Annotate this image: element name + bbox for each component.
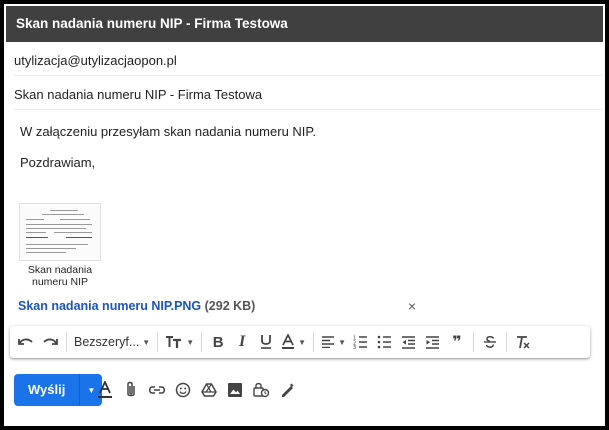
font-size-icon[interactable]: ▼ bbox=[163, 328, 196, 356]
toolbar-divider bbox=[66, 332, 67, 352]
toolbar-divider bbox=[157, 332, 159, 352]
recipients-field[interactable]: utylizacja@utylizacjaopon.pl bbox=[14, 46, 603, 76]
strikethrough-icon[interactable] bbox=[479, 328, 501, 356]
subject-field[interactable]: Skan nadania numeru NIP - Firma Testowa bbox=[14, 80, 603, 110]
attachment-thumbnail[interactable]: Skan nadania numeru NIP bbox=[19, 203, 101, 291]
google-drive-icon[interactable] bbox=[196, 376, 222, 404]
confidential-mode-icon[interactable] bbox=[248, 376, 274, 404]
chevron-down-icon: ▼ bbox=[338, 337, 346, 347]
insert-emoji-icon[interactable] bbox=[170, 376, 196, 404]
attachment-thumbnail-caption: Skan nadania numeru NIP bbox=[27, 264, 93, 288]
signature-icon[interactable] bbox=[274, 376, 300, 404]
compose-header: Skan nadania numeru NIP - Firma Testowa bbox=[6, 6, 603, 42]
numbered-list-icon[interactable]: 123 bbox=[350, 328, 372, 356]
quote-icon[interactable]: ❞ bbox=[446, 328, 468, 356]
attachment-file-size: (292 KB) bbox=[204, 299, 256, 313]
insert-photo-icon[interactable] bbox=[222, 376, 248, 404]
attachment-chip[interactable]: Skan nadania numeru NIP.PNG (292 KB) bbox=[18, 296, 418, 316]
toolbar-divider bbox=[313, 332, 315, 352]
indent-more-icon[interactable] bbox=[422, 328, 444, 356]
text-color-icon[interactable]: ▼ bbox=[279, 328, 308, 356]
send-button-group: Wyślij ▼ bbox=[14, 374, 103, 406]
attachment-preview-image[interactable] bbox=[19, 203, 101, 261]
font-family-label: Bezszeryf... bbox=[74, 335, 140, 349]
remove-attachment-button[interactable]: × bbox=[404, 296, 420, 316]
subject-text[interactable]: Skan nadania numeru NIP - Firma Testowa bbox=[14, 87, 262, 102]
formatting-options-icon[interactable] bbox=[92, 376, 118, 404]
underline-icon[interactable] bbox=[255, 328, 277, 356]
message-body-line-2[interactable]: Pozdrawiam, bbox=[20, 155, 95, 170]
toolbar-divider bbox=[505, 332, 507, 352]
align-icon[interactable]: ▼ bbox=[319, 328, 348, 356]
chevron-down-icon: ▼ bbox=[186, 337, 195, 347]
chevron-down-icon: ▼ bbox=[298, 337, 307, 347]
toolbar-divider bbox=[472, 332, 474, 352]
indent-less-icon[interactable] bbox=[398, 328, 420, 356]
recipient-address[interactable]: utylizacja@utylizacjaopon.pl bbox=[14, 53, 177, 68]
svg-text:3: 3 bbox=[353, 345, 356, 349]
bulleted-list-icon[interactable] bbox=[374, 328, 396, 356]
chevron-down-icon: ▼ bbox=[142, 337, 151, 347]
redo-icon[interactable] bbox=[39, 328, 61, 356]
message-body-line-1[interactable]: W załączeniu przesyłam skan nadania nume… bbox=[20, 124, 316, 139]
remove-formatting-icon[interactable] bbox=[512, 328, 534, 356]
attach-file-icon[interactable] bbox=[118, 376, 144, 404]
bold-icon[interactable]: B bbox=[207, 328, 229, 356]
formatting-toolbar: Bezszeryf... ▼ ▼ B I ▼ ▼ 123 ❞ bbox=[10, 326, 590, 358]
attachment-file-name[interactable]: Skan nadania numeru NIP.PNG bbox=[18, 299, 201, 313]
toolbar-divider bbox=[201, 332, 203, 352]
compose-title: Skan nadania numeru NIP - Firma Testowa bbox=[16, 16, 288, 31]
undo-icon[interactable] bbox=[15, 328, 37, 356]
insert-link-icon[interactable] bbox=[144, 376, 170, 404]
italic-icon[interactable]: I bbox=[231, 328, 253, 356]
compose-bottom-toolbar bbox=[92, 376, 300, 404]
send-button[interactable]: Wyślij bbox=[14, 374, 80, 406]
font-family-select[interactable]: Bezszeryf... ▼ bbox=[72, 328, 152, 356]
